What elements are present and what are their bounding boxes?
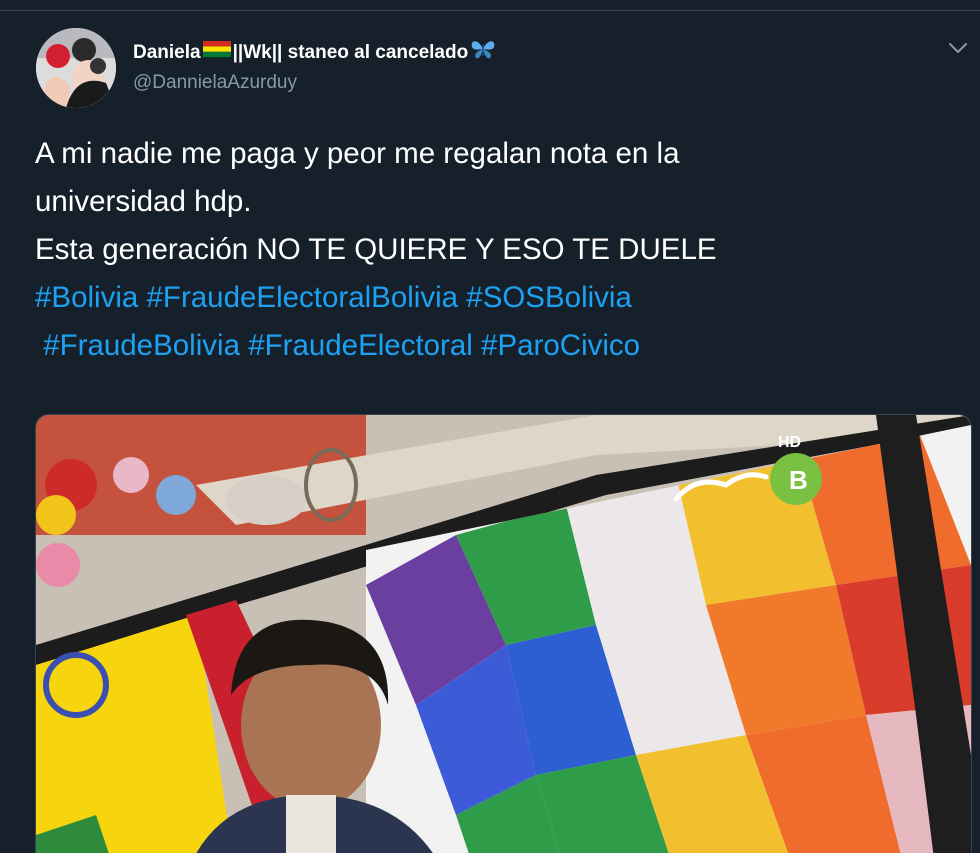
hashtag-link[interactable]: #SOSBolivia [466, 281, 632, 314]
avatar-image [36, 28, 116, 108]
display-name[interactable]: Daniela ||Wk|| staneo al cancelado [133, 38, 496, 68]
tweet-text: A mi nadie me paga y peor me regalan not… [35, 130, 935, 370]
hashtag-line: #Bolivia #FraudeElectoralBolivia #SOSBol… [35, 274, 935, 322]
tweet-text-line: universidad hdp. [35, 185, 252, 218]
hashtag-link[interactable]: #FraudeElectoralBolivia [147, 281, 459, 314]
hashtag-link[interactable]: #FraudeElectoral [248, 329, 473, 362]
tweet-media-image[interactable]: B HD [35, 414, 972, 853]
hashtag-line: #FraudeBolivia #FraudeElectoral #ParoCiv… [35, 322, 935, 370]
hashtag-link[interactable]: #ParoCivico [481, 329, 640, 362]
hashtag-link[interactable]: #FraudeBolivia [43, 329, 240, 362]
tweet-text-line: Esta generación NO TE QUIERE Y ESO TE DU… [35, 233, 717, 266]
chevron-down-icon[interactable] [946, 38, 970, 58]
tweet-text-line: A mi nadie me paga y peor me regalan not… [35, 137, 680, 170]
butterfly-icon [470, 38, 496, 68]
top-divider [0, 0, 980, 11]
svg-text:HD: HD [778, 434, 801, 451]
hashtag-link[interactable]: #Bolivia [35, 281, 138, 314]
tweet[interactable]: Daniela ||Wk|| staneo al cancelado @Danni… [0, 0, 980, 853]
tweet-header: Daniela ||Wk|| staneo al cancelado @Danni… [133, 38, 496, 96]
user-handle[interactable]: @DannielaAzurduy [133, 70, 496, 96]
media-photo: B HD [36, 415, 971, 853]
avatar[interactable] [36, 28, 116, 108]
svg-text:B: B [789, 465, 808, 495]
bolivia-flag-icon [202, 39, 231, 67]
